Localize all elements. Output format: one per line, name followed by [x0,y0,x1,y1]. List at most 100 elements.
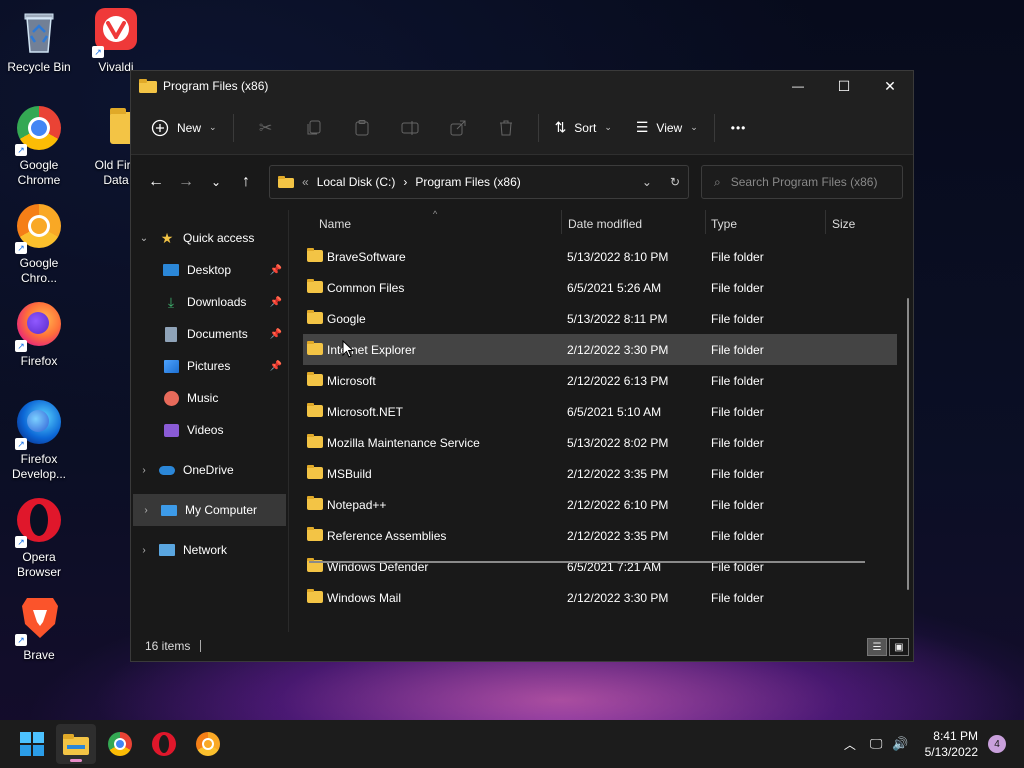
table-row[interactable]: Google 5/13/2022 8:11 PM File folder [303,303,897,334]
toolbar-divider [537,113,539,142]
file-date-modified: 2/12/2022 3:30 PM [567,590,669,605]
table-row[interactable]: Notepad++ 2/12/2022 6:10 PM File folder [303,489,897,520]
nav-quick-access[interactable]: ⌄ ★ Quick access [131,222,288,254]
delete-button[interactable] [482,120,530,136]
new-button[interactable]: New ⌄ [143,112,225,144]
paste-button[interactable] [338,119,386,136]
taskbar-chrome-canary[interactable] [188,724,228,764]
rename-button[interactable] [386,120,434,135]
start-button[interactable] [12,724,52,764]
desktop-icon-brave[interactable]: ↗ Brave [1,596,77,663]
navigation-bar: ← → ⌄ ↑ « Local Disk (C:) › Program File… [131,155,913,209]
tiles-view-button[interactable]: ▣ [889,638,909,656]
table-row[interactable]: MSBuild 2/12/2022 3:35 PM File folder [303,458,897,489]
column-divider[interactable] [561,210,562,234]
chevron-down-icon[interactable]: ⌄ [131,233,157,244]
shortcut-arrow-icon: ↗ [92,46,104,58]
chevron-down-icon: ⌄ [690,122,698,132]
close-button[interactable]: ✕ [867,71,913,101]
nav-pictures[interactable]: Pictures 📌 [131,350,288,382]
maximize-button[interactable]: ☐ [821,71,867,101]
desktop-icon-label: Firefox Develop... [11,452,67,481]
minimize-icon: — [792,79,804,93]
file-type: File folder [711,311,764,326]
nav-item-label: Music [187,391,219,405]
nav-music[interactable]: Music [131,382,288,414]
recent-locations-button[interactable]: ⌄ [201,168,231,196]
plus-circle-icon [151,119,169,136]
arrow-up-icon: ↑ [242,173,250,190]
table-row[interactable]: Reference Assemblies 2/12/2022 3:35 PM Fil… [303,520,897,551]
desktop-icon-google-chrome[interactable]: ↗ Google Chrome [1,106,77,188]
command-bar: New ⌄ ✂ ⇅ Sort ⌄ ☰ View ⌄ ••• [131,101,913,155]
chevron-right-icon[interactable]: › [133,505,159,516]
cut-button[interactable]: ✂ [242,118,290,138]
chevron-right-icon[interactable]: › [131,545,157,556]
show-hidden-icons-button[interactable]: ︿ [844,736,856,753]
column-header-size[interactable]: Size [832,217,855,231]
nav-network[interactable]: › Network [131,534,288,566]
brave-icon: ↗ [15,596,63,646]
table-row[interactable]: Mozilla Maintenance Service 5/13/2022 8:0… [303,427,897,458]
sort-button[interactable]: ⇅ Sort ⌄ [547,112,620,144]
table-row[interactable]: Microsoft.NET 6/5/2021 5:10 AM File folder [303,396,897,427]
table-row[interactable]: Windows Mail 2/12/2022 3:30 PM File folder [303,582,897,613]
notification-badge[interactable]: 4 [988,735,1006,753]
search-box[interactable]: ⌕ Search Program Files (x86) [701,165,903,199]
chevron-right-icon[interactable]: › [131,465,157,476]
copy-button[interactable] [290,120,338,136]
nav-videos[interactable]: Videos [131,414,288,446]
desktop-icon-google-chrome-canary[interactable]: ↗ Google Chro... [1,204,77,286]
view-button[interactable]: ☰ View ⌄ [628,112,706,144]
share-button[interactable] [434,120,482,136]
horizontal-scrollbar[interactable] [309,561,865,563]
more-options-button[interactable]: ••• [723,112,755,144]
taskbar-chrome[interactable] [100,724,140,764]
column-divider[interactable] [705,210,706,234]
breadcrumb-item[interactable]: Local Disk (C:) [317,175,396,189]
network-status-icon[interactable]: 🖵 [870,736,883,752]
shortcut-arrow-icon: ↗ [15,340,27,352]
minimize-button[interactable]: — [775,71,821,101]
nav-my-computer[interactable]: › My Computer [133,494,286,526]
table-row[interactable]: Windows Defender 6/5/2021 7:21 AM File fol… [303,551,897,582]
nav-item-label: Network [183,543,228,557]
file-type: File folder [711,373,764,388]
address-dropdown-icon[interactable]: ⌄ [642,175,652,189]
nav-onedrive[interactable]: › OneDrive [131,454,288,486]
desktop-icon-recycle-bin[interactable]: Recycle Bin [1,8,77,75]
column-header-type[interactable]: Type [711,217,737,231]
desktop-icon-firefox[interactable]: ↗ Firefox [1,302,77,369]
volume-icon[interactable]: 🔊 [892,736,908,752]
breadcrumb-item[interactable]: Program Files (x86) [415,175,520,189]
nav-desktop[interactable]: Desktop 📌 [131,254,288,286]
clock-date: 5/13/2022 [924,745,978,759]
taskbar-file-explorer[interactable] [56,724,96,764]
nav-documents[interactable]: Documents 📌 [131,318,288,350]
desktop-icon-opera[interactable]: ↗ Opera Browser [1,498,77,580]
table-row[interactable]: Common Files 6/5/2021 5:26 AM File folder [303,272,897,303]
taskbar-opera[interactable] [144,724,184,764]
table-row[interactable]: BraveSoftware 5/13/2022 8:10 PM File folde… [303,241,897,272]
details-view-button[interactable]: ☰ [867,638,887,656]
desktop-icon-firefox-developer[interactable]: ↗ Firefox Develop... [1,400,77,482]
file-type: File folder [711,528,764,543]
column-header-name[interactable]: Name [319,217,351,231]
title-bar[interactable]: Program Files (x86) — ☐ ✕ [131,71,913,101]
nav-downloads[interactable]: ⤓ Downloads 📌 [131,286,288,318]
clock[interactable]: 8:41 PM 5/13/2022 [925,728,978,760]
address-bar[interactable]: « Local Disk (C:) › Program Files (x86) … [269,165,689,199]
column-header-date[interactable]: Date modified [568,217,642,231]
up-button[interactable]: ↑ [231,168,261,196]
vertical-scrollbar[interactable] [907,298,909,590]
desktop-icon-vivaldi[interactable]: ↗ Vivaldi [78,8,154,75]
back-button[interactable]: ← [141,168,171,196]
table-row[interactable]: Internet Explorer 2/12/2022 3:30 PM File f… [303,334,897,365]
table-row[interactable]: Microsoft 2/12/2022 6:13 PM File folder [303,365,897,396]
refresh-icon[interactable]: ↻ [670,175,680,189]
forward-button[interactable]: → [171,168,201,196]
shortcut-arrow-icon: ↗ [15,536,27,548]
column-divider[interactable] [825,210,826,234]
breadcrumb-overflow[interactable]: « [302,175,309,189]
file-date-modified: 2/12/2022 6:13 PM [567,373,669,388]
